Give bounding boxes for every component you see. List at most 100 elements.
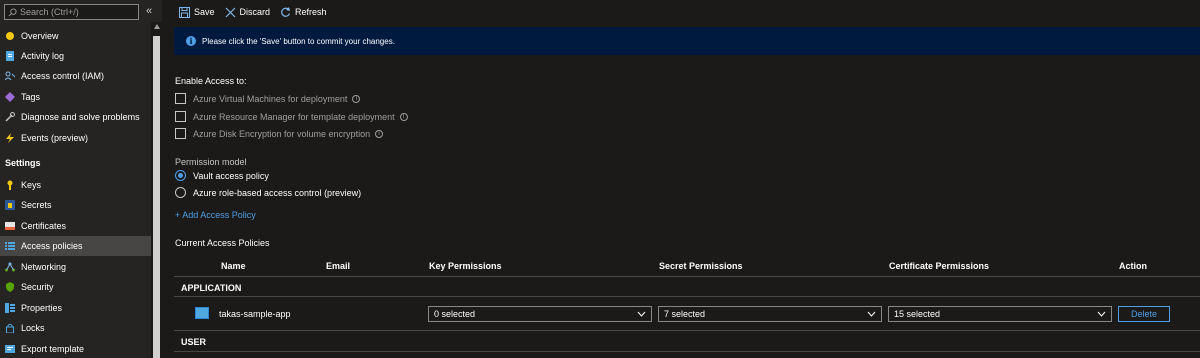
nav-item-access-control[interactable]: Access control (IAM) xyxy=(0,66,151,86)
radio-button[interactable] xyxy=(175,170,186,181)
checkbox[interactable] xyxy=(175,93,186,104)
current-policies-heading: Current Access Policies xyxy=(175,238,270,248)
table-divider xyxy=(174,330,1200,331)
discard-button[interactable]: Discard xyxy=(225,7,271,18)
checkbox[interactable] xyxy=(175,111,186,122)
dropdown-value: 0 selected xyxy=(434,309,476,319)
nav-item-label: Tags xyxy=(21,92,41,102)
save-button[interactable]: Save xyxy=(179,6,215,18)
discard-label: Discard xyxy=(239,7,271,17)
checkbox-disk-encryption[interactable]: Azure Disk Encryption for volume encrypt… xyxy=(175,128,384,139)
nav-item-secrets[interactable]: Secrets xyxy=(0,195,151,215)
info-message: Please click the 'Save' button to commit… xyxy=(202,36,395,46)
nav-item-diagnose[interactable]: Diagnose and solve problems xyxy=(0,107,151,127)
application-icon xyxy=(195,307,209,319)
nav-item-locks[interactable]: Locks xyxy=(0,318,151,338)
refresh-button[interactable]: Refresh xyxy=(280,6,327,18)
nav-item-label: Keys xyxy=(21,180,42,190)
nav-item-networking[interactable]: Networking xyxy=(0,257,151,277)
secret-permissions-dropdown[interactable]: 7 selected xyxy=(658,306,882,322)
nav-item-label: Overview xyxy=(21,31,59,41)
nav-item-label: Diagnose and solve problems xyxy=(21,112,140,122)
info-tooltip-icon[interactable]: i xyxy=(352,94,361,103)
export-icon xyxy=(5,344,15,354)
wrench-icon xyxy=(5,112,15,122)
nav-item-label: Export template xyxy=(21,344,85,354)
sidebar: Search (Ctrl+/) « Overview Activity log … xyxy=(0,0,162,358)
nav-item-access-policies[interactable]: Access policies xyxy=(0,236,151,256)
nav-item-tags[interactable]: Tags xyxy=(0,87,151,107)
radio-label: Azure role-based access control (preview… xyxy=(193,187,362,198)
close-icon xyxy=(225,7,235,17)
checkbox-vm-deployment[interactable]: Azure Virtual Machines for deployment i xyxy=(175,93,361,104)
dropdown-value: 7 selected xyxy=(664,309,706,319)
column-header-email: Email xyxy=(326,261,351,271)
toolbar: Save Discard Refresh xyxy=(162,0,337,24)
policy-name: takas-sample-app xyxy=(219,309,291,319)
search-placeholder[interactable]: Search (Ctrl+/) xyxy=(20,7,79,17)
nav-item-label: Certificates xyxy=(21,221,67,231)
nav-item-keys[interactable]: Keys xyxy=(0,175,151,195)
networking-icon xyxy=(5,262,15,272)
info-tooltip-icon[interactable]: i xyxy=(399,112,408,121)
column-header-action: Action xyxy=(1119,261,1147,271)
nav-item-label: Properties xyxy=(21,303,63,313)
save-label: Save xyxy=(194,7,215,17)
nav-item-label: Events (preview) xyxy=(21,133,89,143)
sidebar-scrollbar[interactable] xyxy=(151,22,162,358)
delete-button[interactable]: Delete xyxy=(1118,306,1170,322)
chevron-down-icon xyxy=(1097,311,1106,317)
lightning-icon xyxy=(5,133,15,143)
save-icon xyxy=(179,6,190,18)
secret-icon xyxy=(5,200,15,210)
enable-access-heading: Enable Access to: xyxy=(175,76,247,86)
nav-item-overview[interactable]: Overview xyxy=(0,26,151,46)
add-access-policy-link[interactable]: + Add Access Policy xyxy=(175,210,256,220)
radio-button[interactable] xyxy=(175,187,186,198)
radio-rbac[interactable]: Azure role-based access control (preview… xyxy=(175,187,361,198)
nav-item-export-template[interactable]: Export template xyxy=(0,339,151,358)
radio-label: Vault access policy xyxy=(193,170,269,181)
checkbox-arm-deployment[interactable]: Azure Resource Manager for template depl… xyxy=(175,111,408,122)
refresh-label: Refresh xyxy=(295,7,327,17)
scroll-thumb[interactable] xyxy=(153,36,160,358)
access-policies-icon xyxy=(5,241,15,251)
activity-log-icon xyxy=(5,51,15,61)
table-divider xyxy=(174,296,1200,297)
permission-model-heading: Permission model xyxy=(175,157,247,167)
column-header-certificate-permissions: Certificate Permissions xyxy=(889,261,990,271)
dropdown-value: 15 selected xyxy=(894,309,941,319)
certificate-icon xyxy=(5,221,15,231)
nav-item-label: Access control (IAM) xyxy=(21,71,105,81)
nav-item-properties[interactable]: Properties xyxy=(0,298,151,318)
refresh-icon xyxy=(281,6,291,17)
nav-item-label: Secrets xyxy=(21,200,52,210)
column-header-secret-permissions: Secret Permissions xyxy=(659,261,743,271)
info-tooltip-icon[interactable]: i xyxy=(375,129,384,138)
nav-item-security[interactable]: Security xyxy=(0,277,151,297)
scroll-up-arrow-icon[interactable] xyxy=(154,24,160,29)
info-icon: i xyxy=(186,36,196,46)
column-header-name: Name xyxy=(221,261,246,271)
tag-icon xyxy=(5,92,15,102)
nav-item-activity-log[interactable]: Activity log xyxy=(0,46,151,66)
nav-item-events[interactable]: Events (preview) xyxy=(0,128,151,148)
certificate-permissions-dropdown[interactable]: 15 selected xyxy=(888,306,1112,322)
table-divider xyxy=(174,276,1200,277)
radio-vault-access-policy[interactable]: Vault access policy xyxy=(175,170,269,181)
nav-item-label: Security xyxy=(21,282,54,292)
properties-icon xyxy=(5,303,15,313)
settings-heading: Settings xyxy=(5,158,41,168)
lock-icon xyxy=(5,323,15,333)
search-icon xyxy=(8,7,17,16)
checkbox-label: Azure Virtual Machines for deployment xyxy=(193,93,348,104)
collapse-sidebar-button[interactable]: « xyxy=(146,5,152,17)
table-divider xyxy=(174,351,1200,352)
key-permissions-dropdown[interactable]: 0 selected xyxy=(428,306,652,322)
checkbox[interactable] xyxy=(175,128,186,139)
search-box[interactable]: Search (Ctrl+/) xyxy=(4,4,139,20)
nav-item-certificates[interactable]: Certificates xyxy=(0,216,151,236)
main-panel: Save Discard Refresh i Please click the … xyxy=(162,0,1200,358)
nav-item-label: Access policies xyxy=(21,241,83,251)
key-icon xyxy=(5,180,15,190)
